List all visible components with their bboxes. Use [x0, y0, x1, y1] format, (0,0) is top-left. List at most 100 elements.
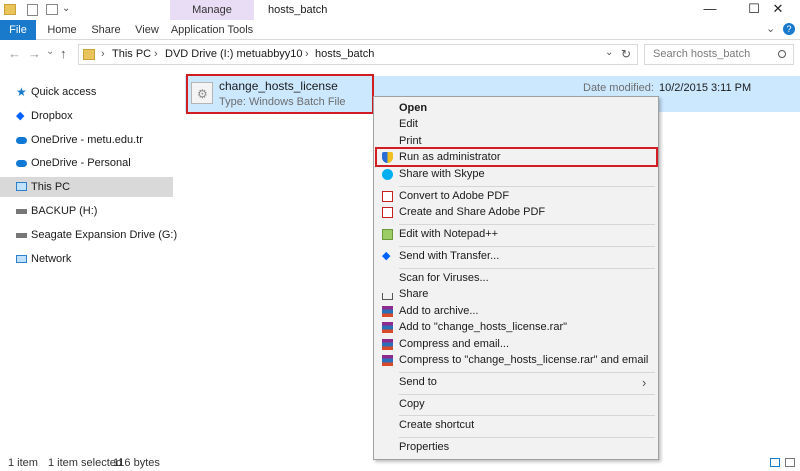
menu-item-label: Properties	[399, 441, 450, 453]
menu-item-label: Share with Skype	[399, 168, 485, 180]
breadcrumb-hosts-batch[interactable]: hosts_batch	[315, 48, 374, 60]
winrar-icon	[382, 322, 393, 333]
menu-item-label: Create and Share Adobe PDF	[399, 206, 546, 218]
menu-item-label: Print	[399, 135, 422, 147]
menu-separator	[399, 437, 655, 438]
menu-item-create-shortcut[interactable]: Create shortcut	[374, 417, 658, 434]
details-view-icon[interactable]	[770, 458, 780, 467]
menu-item-label: Open	[399, 102, 428, 114]
menu-separator	[399, 186, 655, 187]
tab-share[interactable]: Share	[88, 20, 124, 40]
customize-quick-access-icon[interactable]: ⌄	[62, 3, 70, 14]
minimize-button[interactable]: —	[688, 0, 732, 20]
menu-item-scan-for-viruses[interactable]: Scan for Viruses...	[374, 270, 658, 287]
nav-item-this-pc[interactable]: This PC	[0, 177, 173, 197]
menu-item-send-with-transfer[interactable]: ◆ Send with Transfer...	[374, 248, 658, 265]
submenu-chevron-icon: ›	[642, 375, 647, 390]
window-title: hosts_batch	[268, 4, 328, 16]
nav-item-onedrive-personal[interactable]: OneDrive - Personal	[0, 153, 173, 173]
menu-separator	[399, 394, 655, 395]
forward-button[interactable]: →	[28, 46, 41, 61]
title-bar: ⌄ Manage hosts_batch — ☐ ✕	[0, 0, 800, 40]
nav-item-label: This PC	[31, 181, 71, 193]
search-input[interactable]: Search hosts_batch	[644, 44, 794, 65]
status-bar: 1 item 1 item selected 116 bytes	[0, 455, 800, 471]
menu-item-create-share-adobe-pdf[interactable]: Create and Share Adobe PDF	[374, 204, 658, 221]
menu-separator	[399, 372, 655, 373]
menu-item-send-to[interactable]: Send to ›	[374, 374, 658, 391]
breadcrumb-separator: ›	[154, 48, 158, 60]
menu-item-label: Edit	[399, 118, 418, 130]
menu-item-properties[interactable]: Properties	[374, 439, 658, 456]
menu-item-share[interactable]: Share	[374, 286, 658, 303]
monitor-icon	[16, 182, 27, 191]
winrar-icon	[382, 339, 393, 350]
address-dropdown-icon[interactable]: ⌄	[605, 47, 613, 58]
search-icon	[778, 50, 786, 58]
menu-item-label: Compress and email...	[399, 338, 510, 350]
help-icon[interactable]: ?	[783, 23, 795, 35]
folder-icon	[83, 49, 95, 60]
status-size: 116 bytes	[113, 457, 160, 469]
menu-item-add-to-archive[interactable]: Add to archive...	[374, 303, 658, 320]
adobe-pdf-icon	[382, 207, 393, 218]
search-placeholder: Search hosts_batch	[653, 48, 751, 60]
menu-item-compress-to-rar-and-email[interactable]: Compress to "change_hosts_license.rar" a…	[374, 352, 658, 369]
status-item-count: 1 item	[8, 457, 38, 469]
menu-item-edit[interactable]: Edit	[374, 116, 658, 133]
breadcrumb-dvd-drive[interactable]: DVD Drive (I:) metuabbyy10	[165, 48, 303, 60]
menu-item-edit-with-notepad-plus-plus[interactable]: Edit with Notepad++	[374, 226, 658, 243]
tab-view[interactable]: View	[130, 20, 164, 40]
drive-icon	[16, 209, 27, 214]
large-icons-view-icon[interactable]	[785, 458, 795, 467]
properties-quick-icon[interactable]	[27, 4, 38, 16]
menu-separator	[399, 224, 655, 225]
breadcrumb-this-pc[interactable]: This PC	[112, 48, 151, 60]
menu-item-label: Convert to Adobe PDF	[399, 190, 510, 202]
menu-item-label: Scan for Viruses...	[399, 272, 489, 284]
nav-item-network[interactable]: Network	[0, 249, 173, 269]
cloud-icon	[16, 160, 27, 167]
menu-item-label: Create shortcut	[399, 419, 475, 431]
tab-file[interactable]: File	[0, 20, 36, 40]
nav-item-label: Network	[31, 253, 72, 265]
dropbox-transfer-icon: ◆	[382, 250, 391, 262]
context-tab-manage: Manage	[192, 4, 232, 16]
menu-item-share-with-skype[interactable]: Share with Skype	[374, 166, 658, 183]
breadcrumb-separator: ›	[305, 48, 309, 60]
ribbon-expand-icon[interactable]: ⌄	[766, 22, 775, 35]
winrar-icon	[382, 355, 393, 366]
menu-item-open[interactable]: Open	[374, 100, 658, 117]
winrar-icon	[382, 306, 393, 317]
new-folder-quick-icon[interactable]	[46, 4, 58, 15]
tab-application-tools[interactable]: Application Tools	[170, 20, 254, 40]
menu-item-label: Send with Transfer...	[399, 250, 500, 262]
nav-item-dropbox[interactable]: ◆ Dropbox	[0, 106, 173, 126]
nav-item-seagate-g[interactable]: Seagate Expansion Drive (G:)	[0, 225, 177, 245]
address-row: ← → ⌄ ↑ › This PC › DVD Drive (I:) metua…	[0, 40, 800, 68]
adobe-pdf-icon	[382, 191, 393, 202]
nav-item-quick-access[interactable]: ★ Quick access	[0, 82, 173, 102]
status-selected: 1 item selected	[48, 457, 122, 469]
tab-home[interactable]: Home	[42, 20, 82, 40]
menu-item-convert-to-adobe-pdf[interactable]: Convert to Adobe PDF	[374, 188, 658, 205]
breadcrumb-separator: ›	[101, 48, 105, 60]
menu-item-label: Compress to "change_hosts_license.rar" a…	[399, 354, 649, 366]
address-bar[interactable]: › This PC › DVD Drive (I:) metuabbyy10 ›…	[78, 44, 638, 65]
date-modified-label: Date modified:	[583, 82, 654, 94]
nav-item-backup-h[interactable]: BACKUP (H:)	[0, 201, 173, 221]
nav-item-label: OneDrive - metu.edu.tr	[31, 134, 143, 146]
close-button[interactable]: ✕	[756, 0, 800, 20]
nav-item-onedrive-metu[interactable]: OneDrive - metu.edu.tr	[0, 130, 173, 150]
nav-item-label: BACKUP (H:)	[31, 205, 98, 217]
recent-locations-button[interactable]: ⌄	[46, 46, 54, 57]
back-button[interactable]: ←	[8, 46, 21, 61]
skype-icon	[382, 169, 393, 180]
menu-item-copy[interactable]: Copy	[374, 396, 658, 413]
refresh-icon[interactable]: ↻	[621, 47, 631, 61]
up-button[interactable]: ↑	[60, 46, 67, 61]
menu-item-label: Copy	[399, 398, 425, 410]
folder-icon	[4, 4, 16, 15]
menu-item-add-to-rar[interactable]: Add to "change_hosts_license.rar"	[374, 319, 658, 336]
menu-item-compress-and-email[interactable]: Compress and email...	[374, 336, 658, 353]
